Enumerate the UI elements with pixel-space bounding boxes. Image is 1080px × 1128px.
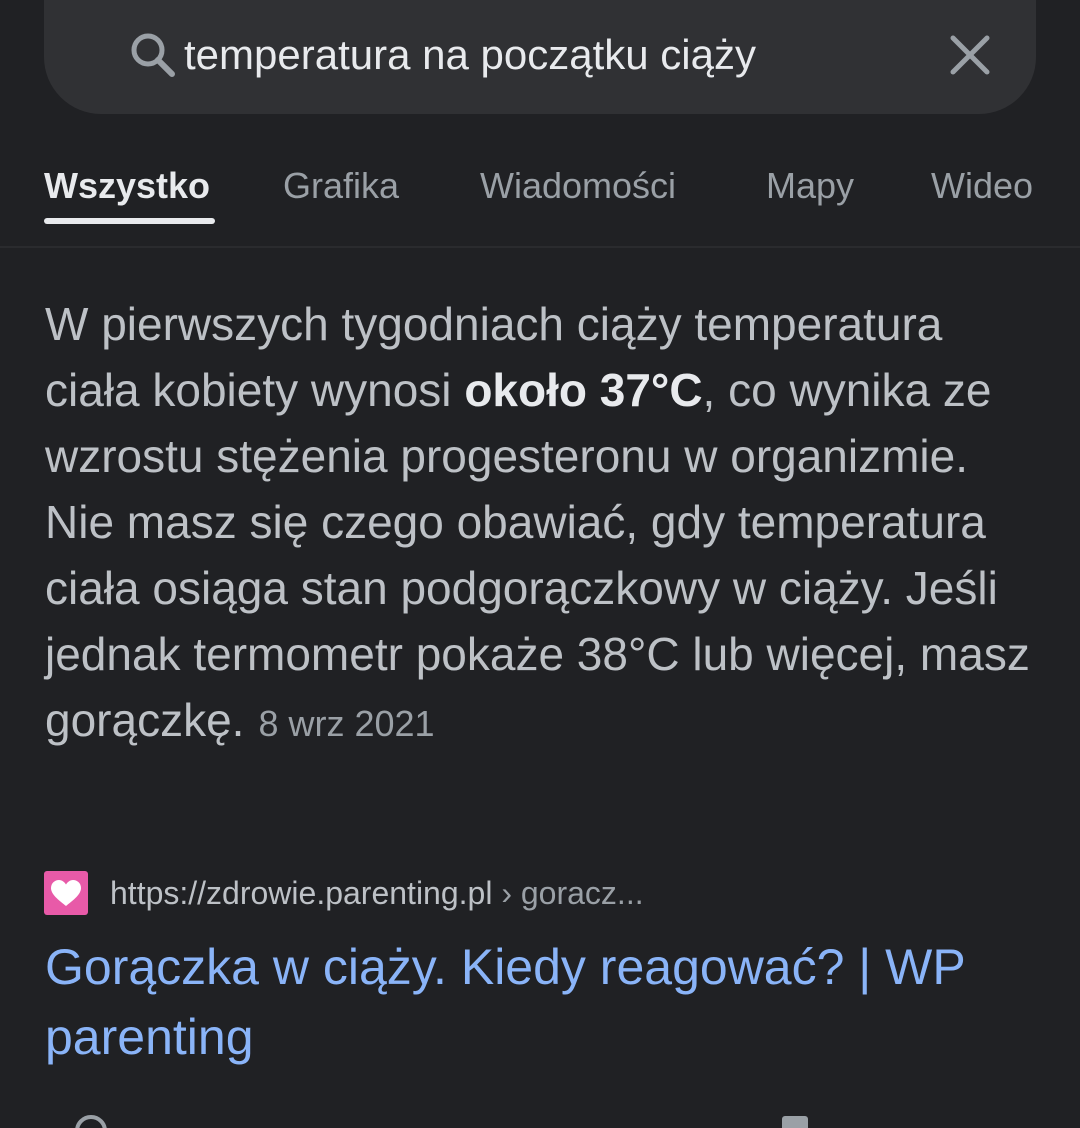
search-icon[interactable] [128, 30, 178, 80]
tabs-divider [0, 246, 1080, 248]
tab-maps[interactable]: Mapy [766, 164, 854, 208]
feedback-icon[interactable] [780, 1114, 810, 1128]
result-url-breadcrumb: › goracz... [492, 875, 644, 911]
result-footer-row [0, 1110, 1080, 1128]
result-source[interactable]: https://zdrowie.parenting.pl › goracz... [44, 869, 1044, 915]
snippet-date: 8 wrz 2021 [258, 703, 435, 744]
snippet-highlight: około 37°C [464, 364, 703, 416]
featured-snippet: W pierwszych tygodniach ciąży temperatur… [45, 291, 1045, 757]
search-bar[interactable] [44, 0, 1036, 114]
tab-news[interactable]: Wiadomości [480, 164, 676, 208]
result-url-domain: https://zdrowie.parenting.pl [110, 875, 493, 911]
info-icon[interactable] [74, 1114, 108, 1128]
tab-all[interactable]: Wszystko [44, 164, 210, 208]
active-tab-indicator [44, 218, 215, 224]
site-favicon-icon [44, 871, 88, 915]
snippet-text-end: , co wynika ze wzrostu stężenia progeste… [45, 364, 1030, 746]
result-url[interactable]: https://zdrowie.parenting.pl › goracz... [110, 873, 644, 913]
tab-images[interactable]: Grafika [283, 164, 399, 208]
tab-video[interactable]: Wideo [931, 164, 1033, 208]
search-input[interactable] [184, 30, 944, 80]
result-title-link[interactable]: Gorączka w ciąży. Kiedy reagować? | WP p… [45, 932, 1045, 1072]
close-icon[interactable] [948, 33, 992, 77]
